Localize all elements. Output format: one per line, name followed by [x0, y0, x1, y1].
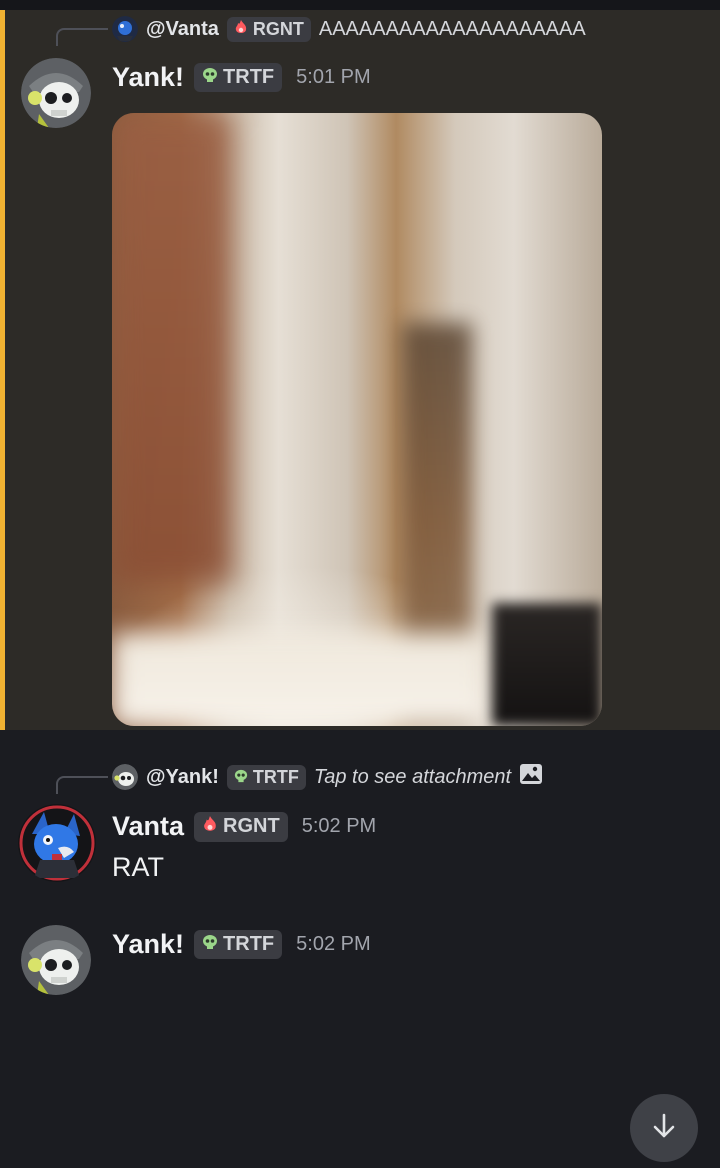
author-name[interactable]: Yank!: [112, 62, 184, 93]
reply-preview[interactable]: @Vanta RGNT AAAAAAAAAAAAAAAAAAAA: [112, 12, 586, 46]
vanta-avatar-art-icon: [18, 804, 96, 882]
yank-avatar[interactable]: [21, 925, 91, 995]
role-tag: RGNT: [194, 811, 288, 842]
role-tag-label: TRTF: [223, 66, 275, 88]
flame-icon: [234, 19, 248, 40]
message-header: Yank! TRTF 5:02 PM: [112, 929, 371, 960]
role-tag: TRTF: [194, 930, 283, 959]
mention-highlight-bar: [0, 10, 5, 730]
skull-icon: [202, 933, 218, 956]
role-tag-label: TRTF: [223, 933, 275, 955]
yank-avatar[interactable]: [21, 58, 91, 128]
reply-author[interactable]: @Vanta: [146, 18, 219, 41]
message-header: Yank! TRTF 5:01 PM: [112, 62, 371, 93]
role-tag-label: RGNT: [223, 815, 280, 837]
skull-avatar-icon: [21, 58, 91, 128]
vanta-mini-avatar: [112, 16, 138, 42]
reply-author[interactable]: @Yank!: [146, 766, 219, 789]
reply-text: AAAAAAAAAAAAAAAAAAAA: [318, 17, 586, 40]
role-tag: TRTF: [194, 63, 283, 92]
timestamp: 5:01 PM: [296, 66, 371, 88]
reply-spine: [56, 28, 108, 46]
reply-tag-label: RGNT: [252, 18, 304, 39]
timestamp: 5:02 PM: [296, 933, 371, 955]
timestamp: 5:02 PM: [301, 815, 377, 837]
reply-tag-label: TRTF: [252, 766, 299, 787]
author-name[interactable]: Vanta: [112, 811, 184, 842]
top-strip: [0, 0, 720, 10]
reply-text: Tap to see attachment: [313, 765, 512, 788]
image-icon: [519, 763, 543, 791]
vanta-avatar[interactable]: [18, 804, 96, 882]
skull-icon: [234, 767, 248, 788]
arrow-down-icon: [649, 1111, 679, 1146]
message-content: RAT: [112, 852, 164, 882]
jump-to-latest-button[interactable]: [630, 1094, 698, 1162]
yank-mini-avatar: [112, 764, 138, 790]
skull-icon: [202, 66, 218, 89]
reply-preview[interactable]: @Yank! TRTF Tap to see attachment: [112, 760, 543, 794]
reply-role-tag: TRTF: [226, 764, 306, 790]
message-header: Vanta RGNT 5:02 PM: [112, 811, 376, 842]
flame-icon: [202, 815, 218, 839]
skull-avatar-icon: [21, 925, 91, 995]
reply-role-tag: RGNT: [226, 16, 311, 42]
reply-spine: [56, 776, 108, 794]
author-name[interactable]: Yank!: [112, 929, 184, 960]
video-attachment[interactable]: [112, 113, 602, 726]
